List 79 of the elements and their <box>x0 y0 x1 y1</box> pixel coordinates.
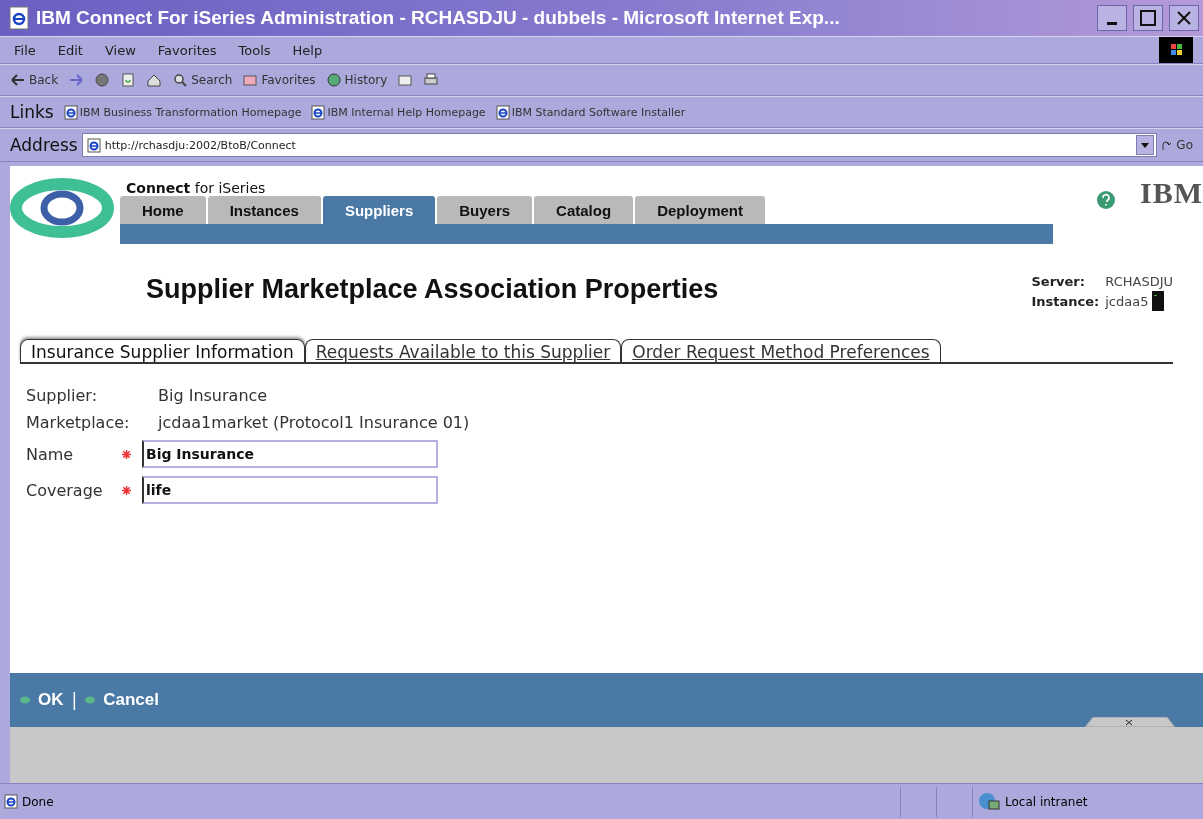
info-value: Big Insurance <box>158 386 268 405</box>
stop-icon[interactable] <box>94 72 111 88</box>
url-text: http://rchasdju:2002/BtoB/Connect <box>104 138 296 152</box>
menu-item[interactable]: Favorites <box>153 42 221 58</box>
maximize-icon <box>1140 10 1156 26</box>
brand-logo: IBM <box>1140 176 1203 210</box>
action-link[interactable]: Cancel <box>85 690 159 710</box>
ie-page-icon <box>86 137 101 153</box>
server-value: RCHASDJU <box>1105 274 1173 289</box>
link[interactable]: IBM Standard Software Installer <box>495 104 686 120</box>
bullet-icon <box>20 696 30 704</box>
window-title: IBM Connect For iSeries Administration - RCHASDJU - dubbels - Microsoft Internet Exp... <box>36 7 841 29</box>
required-icon <box>122 450 131 459</box>
toolbar-button[interactable]: Search <box>172 72 233 88</box>
menu-item[interactable]: View <box>100 42 140 58</box>
address-label: Address <box>10 135 78 155</box>
instance-value: jcdaa5 <box>1105 293 1149 309</box>
refresh-icon[interactable] <box>120 72 137 88</box>
action-link[interactable]: OK <box>20 690 64 710</box>
home-icon[interactable] <box>146 72 163 88</box>
nav-tab[interactable]: Buyers <box>437 196 533 224</box>
ie-page-icon <box>311 104 326 120</box>
minimize-button[interactable] <box>1097 5 1127 31</box>
menu-item[interactable]: Tools <box>234 42 275 58</box>
nav-tab[interactable]: Suppliers <box>322 196 436 224</box>
dropdown-button[interactable] <box>1136 135 1155 155</box>
go-button[interactable]: Go <box>1161 138 1193 152</box>
caret-icon <box>1141 142 1150 148</box>
section-tab[interactable]: Insurance Supplier Information <box>20 339 305 362</box>
back-arrow-icon <box>10 72 26 88</box>
nav-tab[interactable]: Catalog <box>534 196 634 224</box>
toolbar-button[interactable]: History <box>325 72 388 88</box>
go-arrow-icon <box>1161 139 1174 151</box>
separator-text: | <box>71 690 78 710</box>
toolbar-button[interactable]: Back <box>10 72 59 88</box>
search-icon <box>172 72 189 88</box>
ie-page-icon <box>8 6 30 30</box>
status-text: Done <box>22 794 54 809</box>
windows-logo-icon <box>1159 37 1193 63</box>
menu-item[interactable]: File <box>10 42 40 58</box>
ie-page-icon <box>495 104 510 120</box>
toolbar-button[interactable]: Favorites <box>242 72 316 88</box>
instance-label: Instance: <box>1031 293 1100 309</box>
text-field[interactable]: Big Insurance <box>142 440 438 468</box>
network-icon <box>977 790 1001 813</box>
links-label: Links <box>10 102 54 122</box>
field-label: Name <box>26 444 75 464</box>
help-icon <box>1096 190 1116 210</box>
section-tab[interactable]: Requests Available to this Supplier <box>304 339 622 362</box>
zone-text: Local intranet <box>1005 794 1088 809</box>
info-value: jcdaa1market (Protocol1 Insurance 01) <box>158 413 470 432</box>
collapse-handle-icon[interactable] <box>1085 717 1175 727</box>
close-icon <box>1176 10 1192 26</box>
text-field[interactable]: life <box>142 476 438 504</box>
link[interactable]: IBM Business Transformation Homepage <box>63 104 302 120</box>
page-title: Supplier Marketplace Association Properties <box>146 274 720 305</box>
nav-tab[interactable]: Deployment <box>635 196 765 224</box>
product-name: Connect for iSeries <box>125 180 267 196</box>
ie-page-icon <box>63 104 78 120</box>
required-icon <box>122 486 131 495</box>
maximize-button[interactable] <box>1133 5 1163 31</box>
close-button[interactable] <box>1169 5 1199 31</box>
minimize-icon <box>1107 21 1117 25</box>
ie-page-icon <box>4 794 18 809</box>
mail-icon[interactable] <box>397 72 414 88</box>
section-tab[interactable]: Order Request Method Preferences <box>621 339 941 362</box>
menu-item[interactable]: Help <box>288 42 327 58</box>
info-label: Marketplace: <box>26 413 131 432</box>
address-field[interactable]: http://rchasdju:2002/BtoB/Connect <box>81 133 1158 157</box>
nav-tab[interactable]: Instances <box>207 196 321 224</box>
bullet-icon <box>85 696 96 704</box>
info-label: Supplier: <box>26 386 99 405</box>
nav-tab[interactable]: Home <box>120 196 206 224</box>
link[interactable]: IBM Internal Help Homepage <box>311 104 486 120</box>
printer-icon[interactable] <box>423 72 440 88</box>
menu-item[interactable]: Edit <box>53 42 87 58</box>
server-tower-icon <box>1152 291 1165 311</box>
field-label: Coverage <box>26 480 104 500</box>
server-label: Server: <box>1031 274 1086 289</box>
